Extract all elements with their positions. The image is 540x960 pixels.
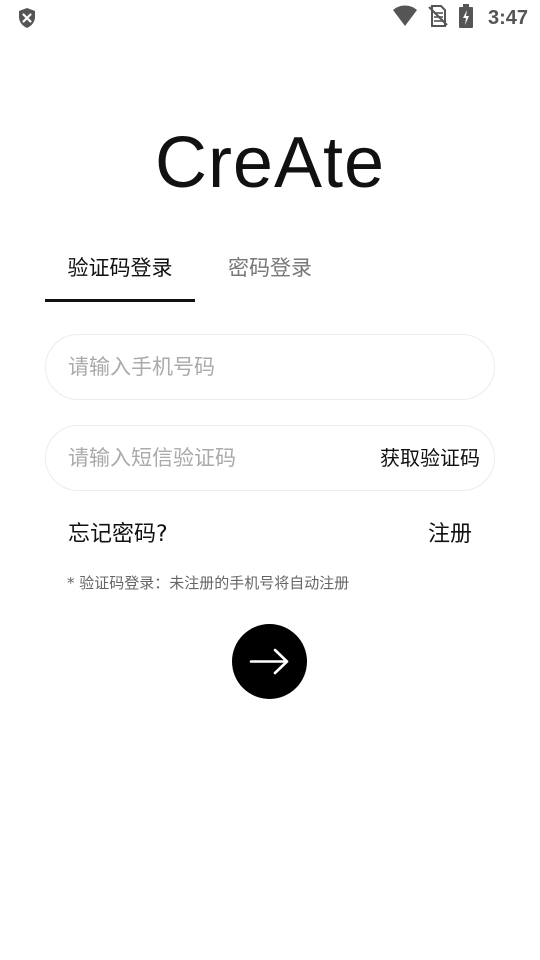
- submit-button[interactable]: [232, 624, 307, 699]
- login-tabs: 验证码登录 密码登录: [45, 244, 495, 304]
- status-time: 3:47: [487, 6, 528, 29]
- phone-field-container: [45, 334, 495, 400]
- login-hint: * 验证码登录：未注册的手机号将自动注册: [67, 574, 350, 592]
- no-sim-icon: [428, 5, 448, 31]
- get-code-button[interactable]: 获取验证码: [380, 426, 480, 490]
- battery-charging-icon: [458, 4, 474, 32]
- phone-input[interactable]: [68, 335, 468, 399]
- app-title: CreAte: [154, 123, 386, 203]
- tab-password-login[interactable]: 密码登录: [195, 244, 345, 302]
- register-link[interactable]: 注册: [428, 516, 472, 548]
- forgot-password-link[interactable]: 忘记密码?: [68, 516, 168, 548]
- status-bar: 3:47: [0, 0, 540, 36]
- sms-code-input[interactable]: [68, 426, 358, 490]
- status-icons: 3:47: [392, 4, 528, 32]
- tab-sms-login[interactable]: 验证码登录: [45, 244, 195, 302]
- code-field-container: 获取验证码: [45, 425, 495, 491]
- arrow-right-icon: [249, 648, 289, 675]
- wifi-icon: [392, 5, 418, 31]
- shield-x-icon: [16, 7, 38, 29]
- tab-active-indicator: [45, 299, 195, 302]
